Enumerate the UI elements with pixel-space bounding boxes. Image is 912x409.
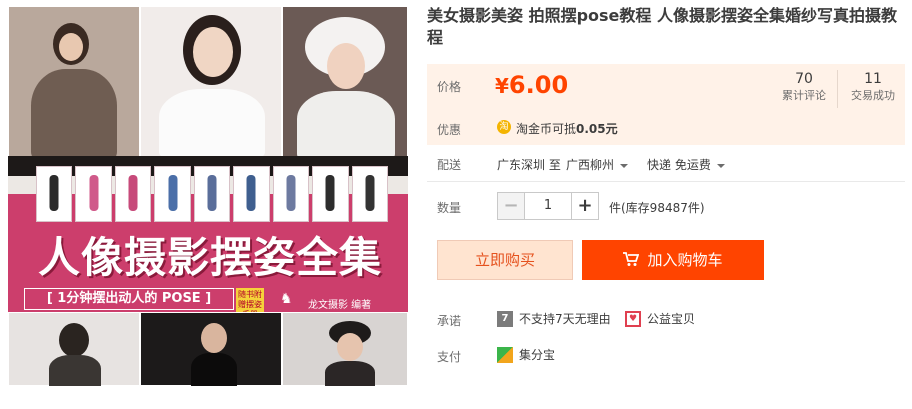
cover-photo-top-right	[282, 6, 408, 161]
promo-prefix: 淘金币可抵	[516, 122, 577, 136]
cover-photo-bottom-left	[8, 312, 140, 386]
quantity-stepper: − +	[497, 192, 599, 220]
promise-label: 承诺	[437, 314, 462, 328]
payment-item1: 集分宝	[519, 348, 556, 362]
pose-thumb	[351, 166, 388, 222]
cover-photo-top-left	[8, 6, 140, 161]
promise-item1: 不支持7天无理由	[519, 312, 611, 326]
pose-thumb	[312, 166, 349, 222]
sales-label: 交易成功	[851, 89, 895, 102]
price-amount: 6.00	[508, 71, 569, 99]
promo-label: 优惠	[437, 123, 462, 137]
pose-thumb	[272, 166, 310, 222]
cart-icon	[623, 251, 640, 266]
quantity-decrease-button[interactable]: −	[497, 192, 525, 220]
pose-thumb	[36, 166, 73, 222]
shipping-label: 配送	[437, 158, 462, 172]
reviews-stat[interactable]: 70 累计评论	[771, 70, 837, 104]
shipping-method-select[interactable]: 快递 免运费	[647, 156, 725, 173]
reviews-label: 累计评论	[782, 89, 826, 102]
cover-photo-top-middle	[140, 6, 282, 159]
publisher-logo-icon: ♞	[280, 291, 293, 307]
pose-thumb	[193, 166, 231, 222]
chevron-down-icon	[716, 163, 725, 168]
payment-label: 支付	[437, 350, 462, 364]
stat-divider	[837, 70, 838, 108]
jifenbao-icon	[497, 347, 513, 363]
stock-text: 件(库存98487件)	[609, 201, 705, 215]
sales-stat: 11 交易成功	[840, 70, 906, 104]
quantity-input[interactable]	[525, 192, 571, 220]
promo-amount: 0.05元	[576, 122, 618, 136]
cover-photo-bottom-right	[282, 312, 408, 386]
add-to-cart-label: 加入购物车	[647, 251, 723, 269]
promise-charity[interactable]: ♥ 公益宝贝	[625, 310, 695, 328]
reviews-count: 70	[795, 71, 813, 87]
pose-thumb	[233, 166, 270, 222]
pose-thumb	[154, 166, 191, 222]
add-to-cart-button[interactable]: 加入购物车	[582, 240, 764, 280]
cover-author: 龙文摄影 编著	[308, 300, 372, 311]
chevron-down-icon	[620, 163, 629, 168]
quantity-label: 数量	[437, 201, 462, 215]
price-label: 价格	[437, 80, 462, 94]
divider	[427, 181, 905, 182]
cover-photo-bottom-middle	[140, 312, 282, 386]
shipping-destination-select[interactable]: 广西柳州	[566, 156, 629, 173]
promo-text: 淘金币可抵0.05元	[516, 120, 618, 137]
taojinbi-icon: 淘	[497, 120, 511, 134]
product-title: 美女摄影美姿 拍照摆pose教程 人像摄影摆姿全集婚纱写真拍摄教程	[427, 6, 897, 47]
quantity-increase-button[interactable]: +	[571, 192, 599, 220]
price-value: ¥6.00	[495, 70, 568, 101]
cover-title: 人像摄影摆姿全集	[37, 233, 382, 282]
shipping-destination: 广西柳州	[566, 158, 615, 172]
cover-subtitle: [ 1分钟摆出动人的 POSE ]	[24, 288, 234, 310]
charity-heart-icon: ♥	[625, 311, 641, 327]
shipping-from: 广东深圳 至	[497, 158, 561, 172]
promise-no-7day-return[interactable]: 7 不支持7天无理由	[497, 310, 611, 328]
pose-thumb	[114, 166, 152, 222]
sales-count: 11	[864, 71, 882, 87]
promise-item2: 公益宝贝	[647, 312, 696, 326]
shipping-method: 快递 免运费	[647, 158, 711, 172]
pose-thumb	[75, 166, 112, 222]
product-main-image[interactable]: 人像摄影摆姿全集 [ 1分钟摆出动人的 POSE ] 随书附赠摆姿手册 ♞ 龙文…	[8, 6, 408, 386]
cover-pose-strip	[36, 166, 388, 222]
no-return-icon: 7	[497, 311, 513, 327]
buy-now-button[interactable]: 立即购买	[437, 240, 573, 280]
payment-jifenbao[interactable]: 集分宝	[497, 346, 555, 364]
currency-symbol: ¥	[495, 74, 509, 98]
